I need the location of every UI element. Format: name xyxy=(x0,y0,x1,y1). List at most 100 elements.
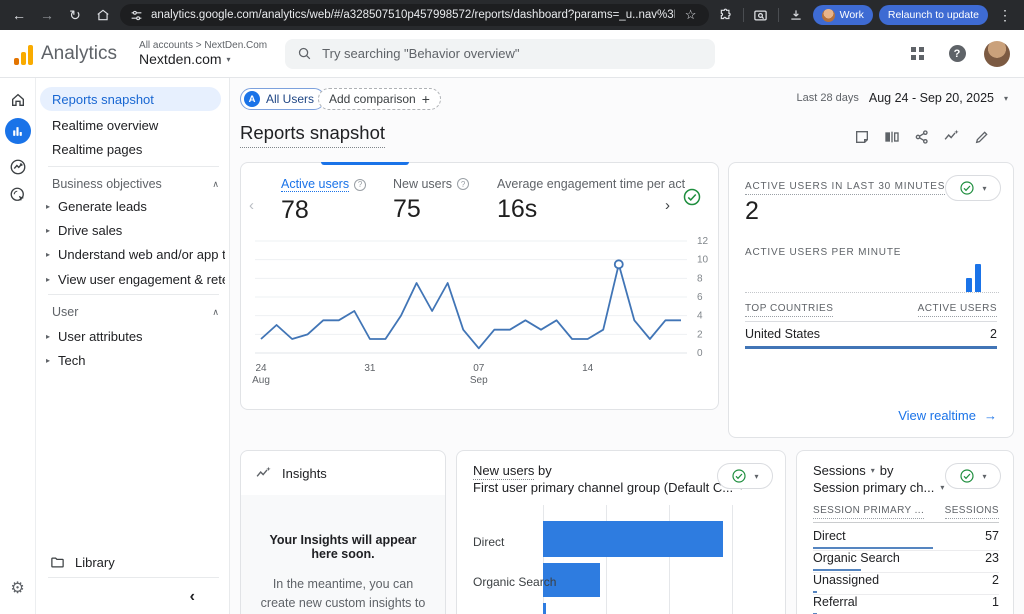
insights-icon[interactable] xyxy=(943,128,960,145)
bookmark-star-icon[interactable]: ☆ xyxy=(683,7,699,23)
new-users-bar-chart[interactable]: Direct Organic Search Referral xyxy=(457,505,785,614)
breadcrumb: All accounts > NextDen.Com xyxy=(139,40,267,51)
analytics-logo-icon[interactable] xyxy=(14,43,33,65)
forward-icon[interactable]: → xyxy=(36,4,58,26)
sidebar-item-understand-web-app[interactable]: ▸ Understand web and/or app t... xyxy=(46,242,225,266)
info-icon[interactable]: ? xyxy=(457,178,469,190)
collapse-section-icon[interactable]: ∧ xyxy=(212,179,219,190)
search-input[interactable] xyxy=(322,46,703,61)
sidebar-item-tech[interactable]: ▸ Tech xyxy=(46,348,225,372)
tab-new-users[interactable]: New users ? 75 xyxy=(393,177,485,225)
metrics-scroll-left-icon[interactable]: ‹ xyxy=(249,197,254,214)
account-name: Nextden.com xyxy=(139,51,221,67)
expand-icon[interactable]: ▸ xyxy=(46,356,50,365)
sidebar-item-generate-leads[interactable]: ▸ Generate leads xyxy=(46,194,225,218)
home-icon[interactable] xyxy=(92,4,114,26)
metrics-scroll-right-icon[interactable]: › xyxy=(665,197,670,214)
collapse-section-icon[interactable]: ∧ xyxy=(212,307,219,318)
new-users-status-pill[interactable]: ▾ xyxy=(717,463,773,489)
section-user[interactable]: User ∧ xyxy=(52,302,219,322)
sidebar-item-library[interactable]: Library xyxy=(50,555,115,570)
top-countries-header[interactable]: TOP COUNTRIES xyxy=(745,303,833,317)
sidebar-item-view-user-engagement[interactable]: ▸ View user engagement & rete... xyxy=(46,267,225,291)
data-quality-check-icon xyxy=(731,468,747,484)
sessions-metric-label[interactable]: Sessions xyxy=(813,463,866,478)
help-icon[interactable]: ? xyxy=(944,41,970,67)
address-bar[interactable]: analytics.google.com/analytics/web/#/a32… xyxy=(120,4,709,26)
back-icon[interactable]: ← xyxy=(8,4,30,26)
tab-active-users[interactable]: Active users ? 78 xyxy=(281,177,381,225)
advertising-nav-icon[interactable] xyxy=(9,186,27,204)
active-users-header[interactable]: ACTIVE USERS xyxy=(918,303,997,317)
expand-icon[interactable]: ▸ xyxy=(46,275,50,284)
home-nav-icon[interactable] xyxy=(10,92,26,108)
chevron-down-icon: ▾ xyxy=(871,466,875,475)
table-row[interactable]: Unassigned2 xyxy=(813,573,999,587)
sidebar-item-realtime-overview[interactable]: Realtime overview xyxy=(52,113,221,137)
edit-icon[interactable] xyxy=(973,128,990,145)
expand-icon[interactable]: ▸ xyxy=(46,202,50,211)
page-title: Reports snapshot xyxy=(240,122,385,148)
all-users-segment-chip[interactable]: A All Users xyxy=(240,88,325,110)
user-avatar[interactable] xyxy=(984,41,1010,67)
search-bar[interactable] xyxy=(285,39,715,69)
reports-nav-icon[interactable] xyxy=(5,118,31,144)
country-value: 2 xyxy=(990,327,997,341)
view-realtime-link[interactable]: View realtime → xyxy=(898,408,997,423)
info-icon[interactable]: ? xyxy=(354,179,366,191)
new-users-metric-label[interactable]: New users xyxy=(473,463,534,480)
admin-gear-icon[interactable]: ⚙ xyxy=(10,578,24,598)
reload-icon[interactable]: ↻ xyxy=(64,4,86,26)
sidebar-item-realtime-pages[interactable]: Realtime pages xyxy=(52,137,221,161)
expand-icon[interactable]: ▸ xyxy=(46,226,50,235)
column-sessions[interactable]: SESSIONS xyxy=(945,505,999,519)
date-range-picker[interactable]: Last 28 days Aug 24 - Sep 20, 2025 ▾ xyxy=(797,91,1009,105)
add-comparison-button[interactable]: Add comparison + xyxy=(318,88,441,110)
metric-tabs: Active users ? 78 New users ? 75 Average… xyxy=(281,177,697,225)
sidebar-item-reports-snapshot[interactable]: Reports snapshot xyxy=(40,87,221,111)
expand-icon[interactable]: ▸ xyxy=(46,332,50,341)
diagnostics-grid-icon[interactable] xyxy=(904,41,930,67)
browser-profile-chip[interactable]: Work xyxy=(813,5,873,25)
svg-text:31: 31 xyxy=(364,363,376,374)
screen: ← → ↻ analytics.google.com/analytics/web… xyxy=(0,0,1024,614)
column-channel[interactable]: SESSION PRIMARY ... xyxy=(813,505,924,519)
active-users-trend-chart[interactable]: 02468101224Aug3107Sep14 xyxy=(249,233,713,401)
url-text[interactable]: analytics.google.com/analytics/web/#/a32… xyxy=(151,9,675,21)
share-icon[interactable] xyxy=(913,128,930,145)
snapshot-card-icon[interactable] xyxy=(853,128,870,145)
table-row[interactable]: Direct57 xyxy=(813,529,999,543)
new-users-card: New users by First user primary channel … xyxy=(456,450,786,614)
data-quality-check-icon xyxy=(959,468,975,484)
bar-referral[interactable] xyxy=(543,603,546,614)
relaunch-to-update-button[interactable]: Relaunch to update xyxy=(879,5,988,25)
data-quality-check-icon[interactable] xyxy=(682,187,702,207)
explore-nav-icon[interactable] xyxy=(9,158,27,176)
table-row[interactable]: Organic Search23 xyxy=(813,551,999,565)
country-row[interactable]: United States 2 xyxy=(745,327,997,341)
search-icon xyxy=(297,46,312,61)
collapse-sidebar-icon[interactable]: ‹ xyxy=(190,588,195,606)
expand-icon[interactable]: ▸ xyxy=(46,250,50,259)
sidebar-item-drive-sales[interactable]: ▸ Drive sales xyxy=(46,218,225,242)
account-switcher[interactable]: All accounts > NextDen.Com Nextden.com ▾ xyxy=(139,40,267,67)
session-dimension-picker[interactable]: Session primary ch... ▾ xyxy=(813,480,944,495)
search-tabs-icon[interactable] xyxy=(750,4,772,26)
tab-avg-engagement-time[interactable]: Average engagement time per active us 16… xyxy=(497,177,685,225)
sessions-status-pill[interactable]: ▾ xyxy=(945,463,1001,489)
download-icon[interactable] xyxy=(785,4,807,26)
comparison-icon[interactable] xyxy=(883,128,900,145)
site-settings-icon[interactable] xyxy=(130,9,143,22)
extensions-icon[interactable] xyxy=(715,4,737,26)
browser-menu-icon[interactable]: ⋮ xyxy=(994,4,1016,26)
active-users-per-minute-chart[interactable] xyxy=(745,261,999,293)
table-row[interactable]: Referral1 xyxy=(813,595,999,609)
profile-avatar xyxy=(822,9,835,22)
sidebar-divider xyxy=(48,577,219,578)
realtime-status-pill[interactable]: ▾ xyxy=(945,175,1001,201)
main-content: A All Users Add comparison + Last 28 day… xyxy=(230,78,1024,614)
section-business-objectives[interactable]: Business objectives ∧ xyxy=(52,174,219,194)
bar-direct[interactable] xyxy=(543,521,723,557)
channel-dimension-picker[interactable]: First user primary channel group (Defaul… xyxy=(473,480,743,495)
sidebar-item-user-attributes[interactable]: ▸ User attributes xyxy=(46,324,225,348)
